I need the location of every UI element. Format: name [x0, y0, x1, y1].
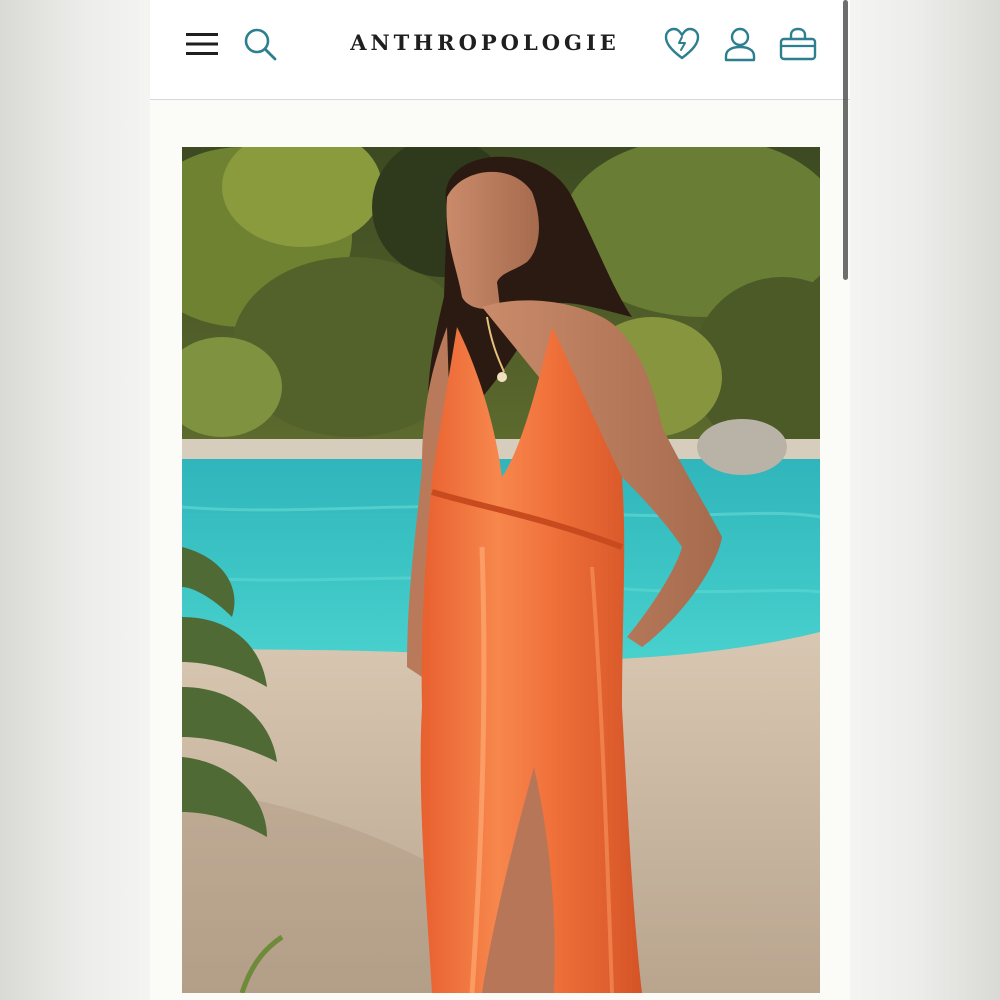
mobile-screen: ANTHROPOLOGIE — [150, 0, 850, 1000]
product-photo — [182, 147, 820, 993]
brand-logo[interactable]: ANTHROPOLOGIE — [320, 28, 650, 58]
user-icon — [724, 27, 756, 62]
menu-button[interactable] — [182, 24, 222, 64]
hamburger-menu-icon — [186, 33, 218, 55]
search-icon — [244, 28, 277, 61]
search-button[interactable] — [240, 24, 280, 64]
account-button[interactable] — [720, 24, 760, 64]
bag-button[interactable] — [778, 24, 818, 64]
scrollbar[interactable] — [843, 0, 848, 280]
product-hero-image[interactable] — [182, 147, 820, 993]
wishlist-button[interactable] — [662, 24, 702, 64]
shopping-bag-icon — [779, 27, 817, 61]
site-header: ANTHROPOLOGIE — [150, 0, 850, 100]
heart-icon — [664, 27, 700, 60]
